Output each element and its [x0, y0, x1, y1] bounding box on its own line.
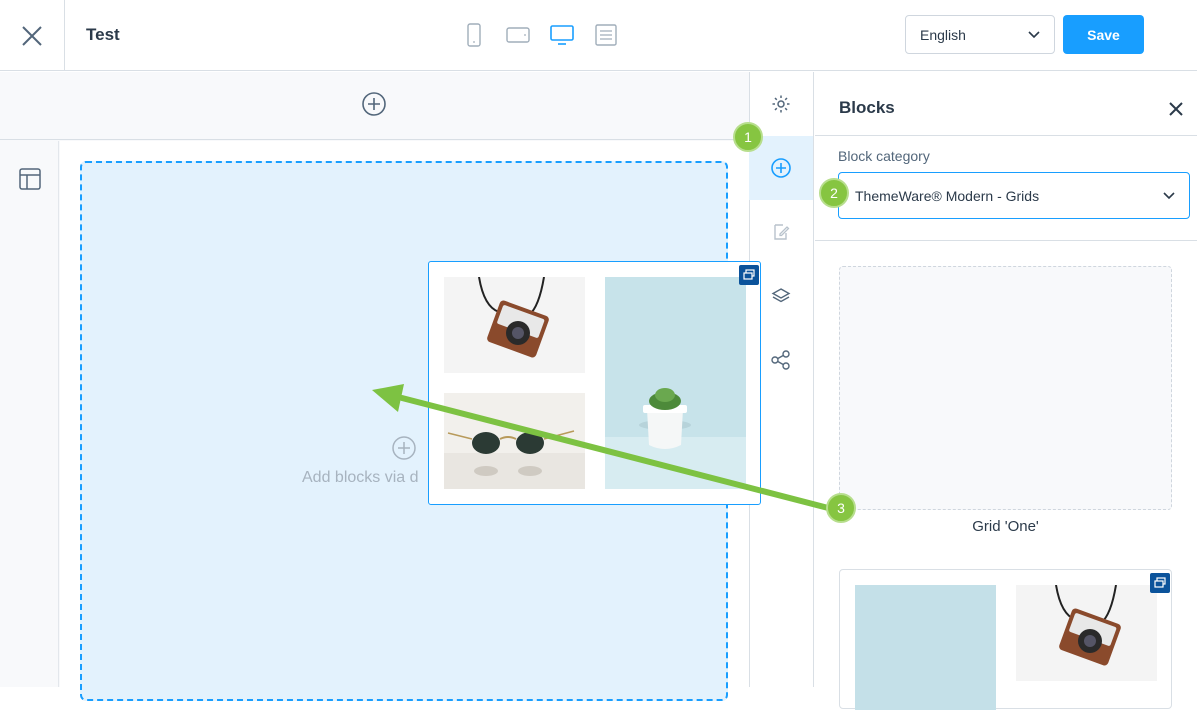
device-mobile-button[interactable] — [461, 22, 487, 48]
add-icon — [771, 158, 791, 178]
device-tablet-button[interactable] — [505, 22, 531, 48]
device-form-button[interactable] — [593, 22, 619, 48]
windows-icon — [743, 269, 755, 280]
panel-title: Blocks — [839, 98, 895, 117]
preview-badge — [1150, 573, 1170, 593]
section-rail — [0, 141, 59, 687]
save-button[interactable]: Save — [1063, 15, 1144, 54]
divider — [815, 240, 1197, 241]
desktop-icon — [550, 25, 574, 45]
form-icon — [595, 24, 617, 46]
layout-icon — [19, 168, 41, 190]
dragged-block-preview[interactable] — [428, 261, 761, 505]
dropzone-hint: Add blocks via d — [302, 469, 419, 486]
panel-close-button[interactable] — [1164, 97, 1188, 121]
drag-image-plant — [605, 277, 746, 489]
plus-circle-icon — [362, 92, 386, 116]
tablet-icon — [506, 27, 530, 43]
category-value: ThemeWare® Modern - Grids — [855, 187, 1040, 204]
section-settings-button[interactable] — [18, 167, 42, 191]
language-select[interactable]: English — [905, 15, 1055, 54]
category-label: Block category — [838, 148, 930, 164]
preview-image-camera — [1016, 585, 1157, 681]
step-badge-1: 1 — [733, 122, 763, 152]
layers-icon — [771, 288, 791, 303]
mobile-icon — [467, 23, 481, 47]
drag-image-sunglasses — [444, 393, 585, 489]
chevron-down-icon — [1028, 30, 1040, 38]
gear-icon — [772, 95, 790, 113]
step-badge-2: 2 — [819, 178, 849, 208]
category-select[interactable]: ThemeWare® Modern - Grids — [838, 172, 1190, 219]
close-icon — [22, 25, 42, 46]
device-desktop-button[interactable] — [549, 22, 575, 48]
drag-image-camera — [444, 277, 585, 373]
block-preview-card[interactable] — [839, 569, 1172, 710]
share-icon — [771, 350, 790, 370]
page-title: Test — [86, 25, 120, 44]
add-section-row — [0, 72, 749, 140]
chevron-down-icon — [1163, 191, 1175, 199]
preview-image-blue — [855, 585, 996, 710]
drag-block-badge — [739, 265, 759, 285]
close-button[interactable] — [0, 0, 65, 71]
step-badge-3: 3 — [826, 493, 856, 523]
edit-icon — [774, 224, 790, 240]
language-value: English — [920, 26, 966, 43]
sidebar-edit-button[interactable] — [749, 200, 813, 264]
add-section-button[interactable] — [361, 91, 387, 117]
dropzone-plus-icon — [391, 435, 417, 461]
block-preview-placeholder[interactable] — [839, 266, 1172, 510]
close-icon — [1169, 102, 1183, 116]
windows-icon — [1154, 577, 1166, 588]
divider — [815, 135, 1197, 136]
block-preview-label: Grid 'One' — [972, 518, 1039, 535]
